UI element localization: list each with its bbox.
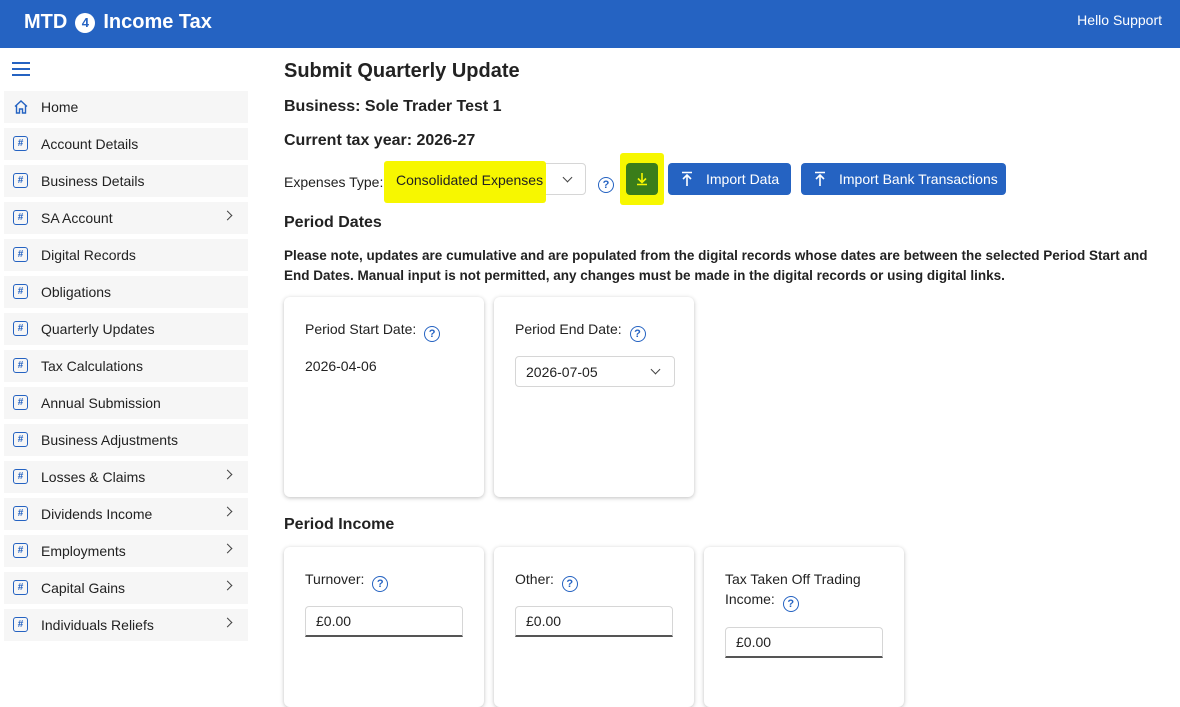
- brand-text-left: MTD: [24, 11, 68, 33]
- sidebar-item-quarterly-updates[interactable]: # Quarterly Updates: [4, 313, 248, 345]
- sidebar-item-employments[interactable]: # Employments: [4, 535, 248, 567]
- period-start-card: Period Start Date: ? 2026-04-06: [284, 297, 484, 497]
- sidebar-item-label: Quarterly Updates: [41, 321, 155, 337]
- sidebar-item-business-details[interactable]: # Business Details: [4, 165, 248, 197]
- hash-icon: #: [13, 247, 28, 262]
- sidebar-item-account-details[interactable]: # Account Details: [4, 128, 248, 160]
- chevron-down-icon: [652, 366, 660, 374]
- help-icon[interactable]: ?: [598, 177, 614, 193]
- sidebar-item-sa-account[interactable]: # SA Account: [4, 202, 248, 234]
- period-end-value: 2026-07-05: [526, 364, 598, 380]
- other-income-input[interactable]: [515, 606, 673, 637]
- app-brand[interactable]: MTD 4 Income Tax: [24, 11, 212, 34]
- brand-badge: 4: [75, 12, 96, 33]
- sidebar-item-digital-records[interactable]: # Digital Records: [4, 239, 248, 271]
- sidebar-item-label: Digital Records: [41, 247, 136, 263]
- help-icon[interactable]: ?: [561, 576, 578, 592]
- sidebar-item-obligations[interactable]: # Obligations: [4, 276, 248, 308]
- sidebar-item-losses-claims[interactable]: # Losses & Claims: [4, 461, 248, 493]
- hash-icon: #: [13, 284, 28, 299]
- chevron-right-icon: [224, 542, 232, 550]
- sidebar-item-capital-gains[interactable]: # Capital Gains: [4, 572, 248, 604]
- chevron-right-icon: [224, 505, 232, 513]
- period-start-value: 2026-04-06: [305, 358, 377, 374]
- tax-taken-card: Tax Taken Off Trading Income: ?: [704, 547, 904, 707]
- import-bank-transactions-button[interactable]: Import Bank Transactions: [801, 163, 1006, 195]
- sidebar-item-label: Obligations: [41, 284, 112, 300]
- sidebar-item-label: Annual Submission: [41, 395, 161, 411]
- other-income-label: Other: ?: [515, 569, 578, 592]
- sidebar: Home # Account Details # Business Details # SA…: [0, 48, 248, 641]
- sidebar-item-label: Home: [41, 99, 79, 115]
- page-title: Submit Quarterly Update: [284, 60, 520, 82]
- sidebar-item-label: Business Adjustments: [41, 432, 178, 448]
- help-icon[interactable]: ?: [629, 326, 646, 342]
- sidebar-item-label: Tax Calculations: [41, 358, 143, 374]
- hash-icon: #: [13, 210, 28, 225]
- period-end-card: Period End Date: ? 2026-07-05: [494, 297, 694, 497]
- hash-icon: #: [13, 506, 28, 521]
- expenses-type-value: Consolidated Expenses: [396, 172, 544, 188]
- tax-taken-label: Tax Taken Off Trading Income: ?: [725, 571, 861, 612]
- sidebar-item-label: SA Account: [41, 210, 113, 226]
- hash-icon: #: [13, 432, 28, 447]
- period-dates-title: Period Dates: [284, 214, 382, 231]
- brand-text-right: Income Tax: [103, 11, 212, 33]
- hamburger-menu-icon[interactable]: [12, 62, 30, 76]
- sidebar-item-label: Losses & Claims: [41, 469, 146, 485]
- hash-icon: #: [13, 617, 28, 632]
- chevron-right-icon: [224, 209, 232, 217]
- hash-icon: #: [13, 173, 28, 188]
- import-bank-transactions-label: Import Bank Transactions: [839, 171, 998, 187]
- help-icon[interactable]: ?: [424, 326, 441, 342]
- download-icon: [637, 173, 647, 186]
- chevron-right-icon: [224, 468, 232, 476]
- hash-icon: #: [13, 469, 28, 484]
- period-dates-note: Please note, updates are cumulative and …: [284, 248, 1148, 283]
- sidebar-item-label: Account Details: [41, 136, 139, 152]
- hash-icon: #: [13, 543, 28, 558]
- sidebar-item-business-adjustments[interactable]: # Business Adjustments: [4, 424, 248, 456]
- home-icon: [14, 100, 28, 114]
- sidebar-item-dividends-income[interactable]: # Dividends Income: [4, 498, 248, 530]
- hash-icon: #: [13, 580, 28, 595]
- tax-taken-input[interactable]: [725, 627, 883, 658]
- sidebar-item-home[interactable]: Home: [4, 91, 248, 123]
- period-income-title: Period Income: [284, 516, 395, 533]
- hash-icon: #: [13, 358, 28, 373]
- import-data-label: Import Data: [706, 171, 780, 187]
- other-income-card: Other: ?: [494, 547, 694, 707]
- user-greeting[interactable]: Hello Support: [1077, 12, 1162, 28]
- turnover-input[interactable]: [305, 606, 463, 637]
- business-name: Business: Sole Trader Test 1: [284, 98, 502, 115]
- hash-icon: #: [13, 136, 28, 151]
- help-icon[interactable]: ?: [782, 596, 799, 612]
- sidebar-item-label: Employments: [41, 543, 126, 559]
- hash-icon: #: [13, 395, 28, 410]
- sidebar-item-label: Capital Gains: [41, 580, 126, 596]
- current-tax-year: Current tax year: 2026-27: [284, 132, 476, 149]
- period-end-label: Period End Date: ?: [515, 319, 646, 342]
- period-start-label: Period Start Date: ?: [305, 319, 441, 342]
- sidebar-item-label: Dividends Income: [41, 506, 153, 522]
- chevron-right-icon: [224, 579, 232, 587]
- turnover-card: Turnover: ?: [284, 547, 484, 707]
- download-template-button[interactable]: [626, 163, 658, 195]
- chevron-right-icon: [224, 616, 232, 624]
- help-icon[interactable]: ?: [372, 576, 389, 592]
- import-data-button[interactable]: Import Data: [668, 163, 791, 195]
- chevron-down-icon[interactable]: [564, 174, 572, 182]
- sidebar-item-label: Individuals Reliefs: [41, 617, 154, 633]
- sidebar-item-tax-calculations[interactable]: # Tax Calculations: [4, 350, 248, 382]
- upload-icon: [682, 171, 692, 186]
- turnover-label: Turnover: ?: [305, 569, 389, 592]
- upload-icon: [815, 171, 825, 186]
- sidebar-item-label: Business Details: [41, 173, 145, 189]
- hash-icon: #: [13, 321, 28, 336]
- expenses-type-label: Expenses Type:: [284, 174, 384, 190]
- sidebar-item-individuals-reliefs[interactable]: # Individuals Reliefs: [4, 609, 248, 641]
- period-end-select[interactable]: 2026-07-05: [515, 356, 675, 387]
- top-app-bar: MTD 4 Income Tax Hello Support: [0, 0, 1180, 48]
- sidebar-item-annual-submission[interactable]: # Annual Submission: [4, 387, 248, 419]
